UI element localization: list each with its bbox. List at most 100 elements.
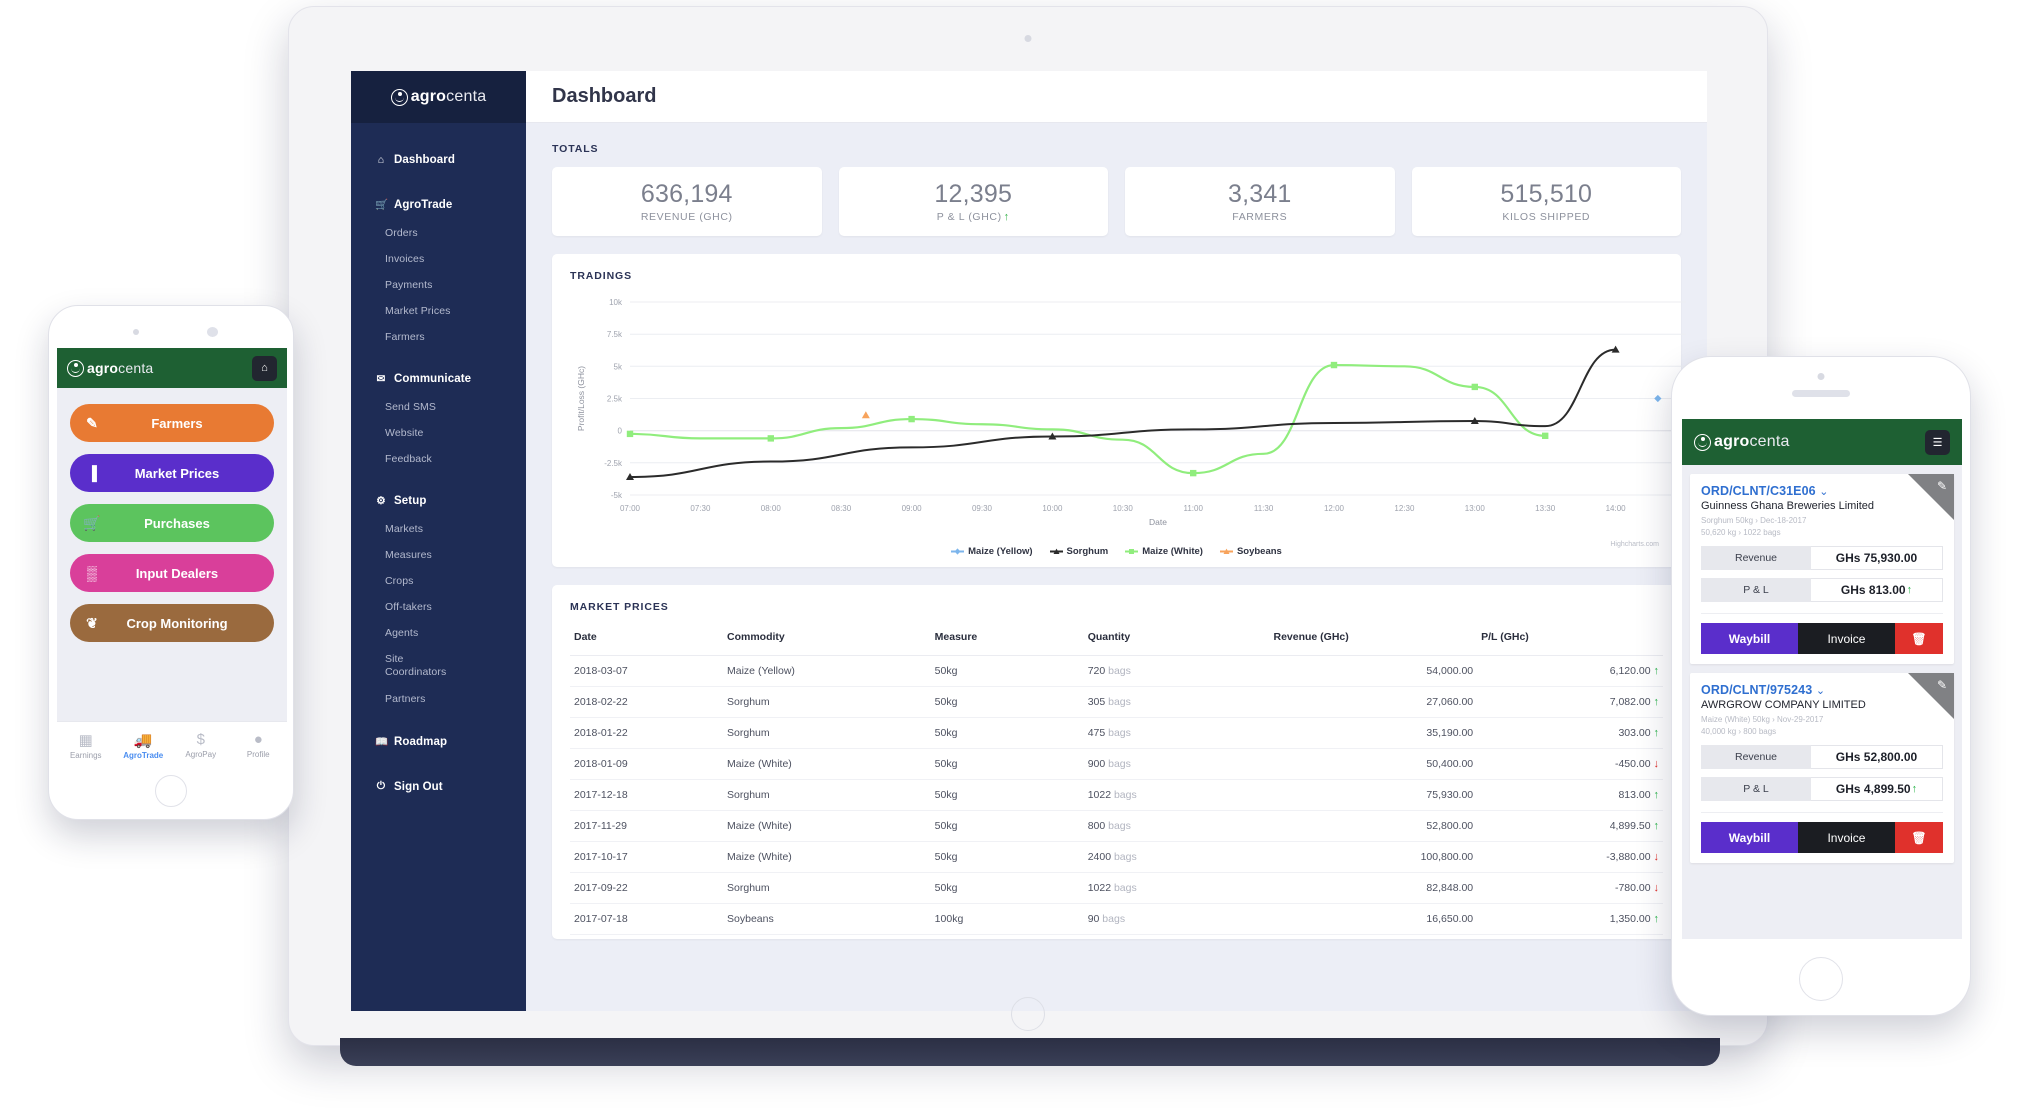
tab-profile[interactable]: ● Profile [230, 731, 288, 759]
sidebar-item-feedback[interactable]: Feedback [351, 446, 526, 472]
legend-item[interactable]: Maize (White) [1125, 546, 1203, 557]
pl-value: GHs 4,899.50 ↑ [1811, 777, 1943, 802]
table-row[interactable]: 2018-01-09 Maize (White) 50kg 900 bags 5… [570, 748, 1663, 780]
order-card[interactable]: ✎ ORD/CLNT/975243 ⌄ AWRGROW COMPANY LIMI… [1690, 673, 1954, 864]
table-row[interactable]: 2018-03-07 Maize (Yellow) 50kg 720 bags … [570, 655, 1663, 687]
cell-pl: -3,880.00 ↓ [1477, 841, 1663, 873]
menu-button-purchases[interactable]: 🛒 Purchases [70, 504, 274, 542]
cell-measure: 50kg [930, 841, 1084, 873]
order-id[interactable]: ORD/CLNT/C31E06 ⌄ [1701, 484, 1943, 498]
invoice-button[interactable]: Invoice [1797, 822, 1895, 854]
cell-date: 2018-02-22 [570, 686, 724, 718]
total-value: 12,395 [934, 180, 1013, 208]
order-pl-row: P & L GHs 813.00 ↑ [1701, 578, 1943, 603]
chart-credit: Highcharts.com [1610, 541, 1659, 548]
tab-earnings[interactable]: ▦ Earnings [57, 731, 115, 760]
sidebar-item-sign-out[interactable]: ⏻ Sign Out [351, 771, 526, 802]
menu-button-farmers[interactable]: ✎ Farmers [70, 404, 274, 442]
edit-icon[interactable]: ✎ [1937, 678, 1947, 692]
sidebar-item-market-prices[interactable]: Market Prices [351, 298, 526, 324]
total-card-pl: 12,395 P & L (GHC) ↑ [838, 167, 1108, 236]
cell-pl: 1,350.00 ↑ [1477, 903, 1663, 935]
invoice-button[interactable]: Invoice [1797, 623, 1895, 655]
phone-right-home-button[interactable] [1799, 957, 1843, 1001]
phone-left-home-button[interactable] [155, 775, 187, 807]
total-caption: KILOS SHIPPED [1502, 211, 1591, 223]
sidebar-item-farmers[interactable]: Farmers [351, 324, 526, 350]
menu-button-market-prices[interactable]: ▐ Market Prices [70, 454, 274, 492]
legend-label: Soybeans [1236, 546, 1282, 557]
sidebar-item-invoices[interactable]: Invoices [351, 246, 526, 272]
svg-text:11:00: 11:00 [1183, 504, 1203, 513]
sidebar-item-dashboard[interactable]: ⌂ Dashboard [351, 145, 526, 175]
sidebar-item-website[interactable]: Website [351, 420, 526, 446]
phone-left-top [49, 306, 293, 348]
cell-date: 2017-07-18 [570, 903, 724, 935]
sidebar-item-partners[interactable]: Partners [351, 686, 526, 712]
cell-quantity: 90 bags [1083, 903, 1270, 935]
sidebar-item-off-takers[interactable]: Off-takers [351, 594, 526, 620]
sidebar-item-agrotrade[interactable]: 🛒 AgroTrade [351, 189, 526, 220]
card-corner-ribbon [1908, 474, 1954, 520]
legend-item[interactable]: Soybeans [1219, 546, 1282, 557]
column-commodity: Commodity [723, 625, 931, 656]
sidebar-item-agents[interactable]: Agents [351, 620, 526, 646]
cell-quantity: 720 bags [1083, 655, 1270, 687]
sidebar-item-crops[interactable]: Crops [351, 568, 526, 594]
sidebar-item-measures[interactable]: Measures [351, 542, 526, 568]
agrocenta-logo-icon [390, 88, 408, 106]
sidebar-label: Roadmap [394, 735, 448, 748]
sidebar-item-orders[interactable]: Orders [351, 220, 526, 246]
trash-icon[interactable]: 🗑 [1894, 623, 1943, 655]
sidebar-item-setup[interactable]: ⚙ Setup [351, 486, 526, 516]
waybill-button[interactable]: Waybill [1701, 623, 1798, 655]
order-actions: Waybill Invoice 🗑 [1701, 613, 1943, 655]
menu-button-crop-monitoring[interactable]: ❦ Crop Monitoring [70, 604, 274, 642]
order-pl-row: P & L GHs 4,899.50 ↑ [1701, 777, 1943, 802]
camera-icon [1817, 373, 1825, 380]
arrow-up-icon: ↑ [1653, 913, 1660, 925]
table-row[interactable]: 2017-11-29 Maize (White) 50kg 800 bags 5… [570, 810, 1663, 842]
trash-icon[interactable]: 🗑 [1894, 822, 1943, 854]
cell-measure: 50kg [930, 810, 1084, 842]
table-row[interactable]: 2017-12-18 Sorghum 50kg 1022 bags 75,930… [570, 779, 1663, 811]
card-corner-ribbon [1908, 673, 1954, 720]
table-row[interactable]: 2017-07-18 Soybeans 100kg 90 bags 16,650… [570, 903, 1663, 935]
totals-section-label: TOTALS [552, 143, 599, 155]
table-row[interactable]: 2018-01-22 Sorghum 50kg 475 bags 35,190.… [570, 717, 1663, 749]
tradings-chart[interactable]: -5k -2.5k 0 2.5k 5k 7.5k 10k 07:00 07:30 08:00 08:… [570, 294, 1686, 548]
edit-icon[interactable]: ✎ [1937, 479, 1947, 493]
menu-button-input-dealers[interactable]: ▒ Input Dealers [70, 554, 274, 592]
sidebar-item-communicate[interactable]: ✉ Communicate [351, 364, 526, 394]
tablet-home-button[interactable] [1011, 997, 1045, 1031]
order-card[interactable]: ✎ ORD/CLNT/C31E06 ⌄ Guinness Ghana Brewe… [1690, 474, 1954, 665]
svg-text:10:00: 10:00 [1042, 504, 1063, 513]
sidebar-item-roadmap[interactable]: 📖 Roadmap [351, 726, 526, 757]
tablet-base-shadow [340, 1038, 1720, 1066]
sidebar-item-markets[interactable]: Markets [351, 516, 526, 542]
table-row[interactable]: 2017-10-17 Maize (White) 50kg 2400 bags … [570, 841, 1663, 873]
sidebar-item-payments[interactable]: Payments [351, 272, 526, 298]
phone-left-screen: agrocenta ⌂ ✎ Farmers ▐ Market Prices 🛒 … [57, 348, 287, 768]
table-row[interactable]: 2017-09-22 Sorghum 50kg 1022 bags 82,848… [570, 872, 1663, 904]
sidebar-logo[interactable]: agrocenta [351, 71, 526, 123]
chevron-down-icon: ⌄ [1815, 685, 1826, 698]
waybill-button[interactable]: Waybill [1701, 822, 1798, 854]
trend-up-icon: ↑ [1906, 584, 1913, 597]
cell-revenue: 50,400.00 [1269, 748, 1478, 780]
tab-agrotrade[interactable]: 🚚 AgroTrade [115, 731, 173, 760]
sidebar-item-site-coordinators[interactable]: Site Coordinators [351, 646, 446, 686]
table-row[interactable]: 2018-02-22 Sorghum 50kg 305 bags 27,060.… [570, 686, 1663, 718]
cell-measure: 100kg [930, 903, 1084, 935]
home-icon[interactable]: ⌂ [252, 355, 277, 381]
tab-agropay[interactable]: $ AgroPay [172, 731, 230, 759]
cell-revenue: 52,800.00 [1269, 810, 1478, 842]
list-icon[interactable]: ☰ [1925, 429, 1950, 455]
legend-item[interactable]: Maize (Yellow) [951, 546, 1033, 557]
building-icon: ▒ [87, 565, 97, 581]
total-caption: P & L (GHC) [936, 211, 1002, 223]
legend-item[interactable]: Sorghum [1049, 546, 1108, 557]
order-id[interactable]: ORD/CLNT/975243 ⌄ [1701, 683, 1943, 697]
sidebar-item-send-sms[interactable]: Send SMS [351, 394, 526, 420]
sidebar-nav: ⌂ Dashboard 🛒 AgroTrade Orders Invoices … [351, 123, 526, 802]
